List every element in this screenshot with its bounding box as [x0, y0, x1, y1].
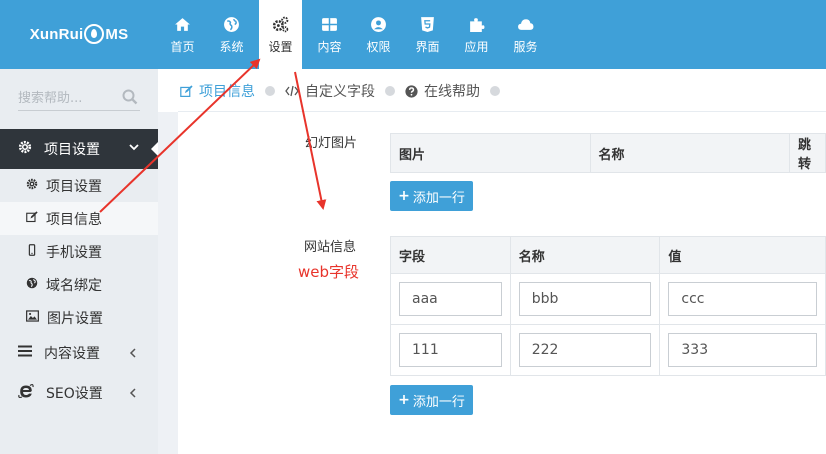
search-input[interactable]: 搜索帮助... — [18, 87, 82, 106]
sidebar-item-domain-binding[interactable]: 域名绑定 — [0, 268, 158, 301]
field-value-input[interactable] — [668, 282, 817, 316]
image-icon — [26, 309, 39, 326]
site-info-label: 网站信息 — [304, 240, 357, 255]
nav-item-settings[interactable]: 设置 — [259, 0, 302, 69]
slides-col-link: 跳转 — [789, 133, 826, 173]
bars-icon — [18, 345, 32, 361]
nav-item-interface[interactable]: 界面 — [403, 0, 452, 69]
chevron-down-icon — [128, 141, 140, 157]
site-col-name: 名称 — [509, 236, 661, 274]
sidebar-group-project-settings[interactable]: 项目设置 — [0, 129, 159, 169]
code-icon — [285, 85, 299, 97]
mobile-icon — [26, 243, 38, 260]
user-icon — [369, 14, 389, 34]
add-site-row-button[interactable]: + 添加一行 — [390, 385, 473, 415]
sidebar-group-seo-settings[interactable]: SEO设置 — [0, 374, 158, 412]
nav-item-home[interactable]: 首页 — [158, 0, 207, 69]
nav-item-service[interactable]: 服务 — [501, 0, 550, 69]
edit-icon — [26, 210, 38, 227]
field-value-input[interactable] — [668, 333, 817, 367]
site-col-field: 字段 — [390, 236, 511, 274]
search-box[interactable]: 搜索帮助... — [18, 83, 140, 111]
field-name-input[interactable] — [518, 333, 652, 367]
nav-item-content[interactable]: 内容 — [305, 0, 354, 69]
slides-table: 图片 名称 跳转 — [390, 133, 826, 173]
main-nav: 首页 系统 设置 内容 权限 界面 应用 服务 — [158, 0, 550, 69]
tab-separator — [385, 86, 395, 96]
plus-icon: + — [398, 392, 410, 408]
gear-icon — [26, 178, 38, 194]
sidebar-item-image-settings[interactable]: 图片设置 — [0, 301, 158, 334]
grid-icon — [320, 14, 340, 34]
tab-custom-fields[interactable]: 自定义字段 — [285, 81, 375, 101]
field-name-input[interactable] — [518, 282, 652, 316]
tab-project-info[interactable]: 项目信息 — [180, 81, 255, 101]
add-slide-row-button[interactable]: + 添加一行 — [390, 181, 473, 211]
field-key-input[interactable] — [399, 333, 502, 367]
chevron-left-icon — [128, 347, 138, 363]
divider — [178, 111, 826, 112]
chevron-left-icon — [128, 387, 138, 403]
globe-icon — [222, 14, 242, 34]
annotation-web-field: web字段 — [298, 263, 360, 281]
sidebar-item-project-info[interactable]: 项目信息 — [0, 202, 158, 235]
search-icon[interactable] — [122, 89, 138, 109]
gear-icon — [18, 140, 32, 158]
puzzle-icon — [467, 14, 487, 34]
site-col-value: 值 — [659, 236, 826, 274]
tab-online-help[interactable]: 在线帮助 — [405, 81, 480, 101]
table-row — [390, 273, 826, 325]
slides-col-image: 图片 — [390, 133, 591, 173]
logo[interactable]: XunRui MS — [0, 0, 158, 69]
field-key-input[interactable] — [399, 282, 502, 316]
table-row — [390, 324, 826, 376]
main-content: 项目信息 自定义字段 在线帮助 幻灯图片 图片 名称 跳转 + 添加一行 网站信息… — [158, 69, 826, 454]
nav-item-permission[interactable]: 权限 — [354, 0, 403, 69]
sidebar-group-content-settings[interactable]: 内容设置 — [0, 334, 158, 372]
flame-icon — [84, 23, 105, 44]
question-icon — [405, 84, 418, 98]
content-gutter — [158, 112, 178, 454]
sidebar-item-project-settings[interactable]: 项目设置 — [0, 169, 158, 202]
nav-item-apps[interactable]: 应用 — [452, 0, 501, 69]
tab-bar: 项目信息 自定义字段 在线帮助 — [180, 81, 510, 101]
home-icon — [173, 14, 193, 34]
sidebar-item-mobile-settings[interactable]: 手机设置 — [0, 235, 158, 268]
edit-icon — [180, 84, 193, 98]
plus-icon: + — [398, 188, 410, 204]
html5-icon — [418, 14, 438, 34]
ie-icon — [18, 383, 34, 403]
site-info-table: 字段 名称 值 — [390, 236, 826, 376]
globe-icon — [26, 277, 38, 293]
sidebar: 搜索帮助... 项目设置 项目设置 项目信息 手机设置 域名绑定 图片设置 内容… — [0, 69, 159, 454]
top-header: XunRui MS 首页 系统 设置 内容 权限 界面 应用 服务 — [0, 0, 826, 69]
cogs-icon — [271, 14, 291, 34]
nav-item-system[interactable]: 系统 — [207, 0, 256, 69]
tab-separator — [265, 86, 275, 96]
tab-separator — [490, 86, 500, 96]
cloud-icon — [516, 14, 536, 34]
slides-col-name: 名称 — [589, 133, 790, 173]
slides-label: 幻灯图片 — [305, 136, 358, 151]
